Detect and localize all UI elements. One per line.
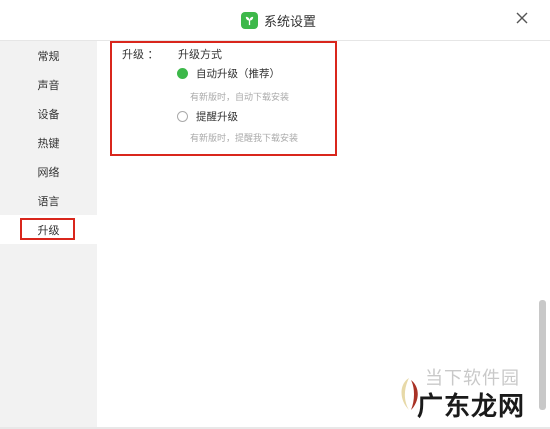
watermark-main-text: 广东龙网 [417, 392, 526, 422]
settings-window: 系统设置 常规 声音 设备 热键 网络 语言 升级 升级 ： 升级方式 自动升级… [0, 0, 550, 429]
sidebar-item-hotkeys[interactable]: 热键 [0, 128, 97, 157]
remind-upgrade-label: 提醒升级 [196, 111, 238, 123]
sidebar-item-label: 网络 [37, 165, 60, 179]
sidebar: 常规 声音 设备 热键 网络 语言 升级 [0, 41, 97, 429]
remind-upgrade-option[interactable]: 提醒升级 [177, 109, 238, 124]
auto-upgrade-label: 自动升级（推荐） [196, 68, 280, 80]
sidebar-item-label: 热键 [37, 136, 60, 150]
sidebar-item-label: 设备 [37, 107, 60, 121]
sidebar-item-label: 常规 [37, 49, 60, 63]
sidebar-item-sound[interactable]: 声音 [0, 70, 97, 99]
sidebar-item-label: 语言 [37, 194, 60, 208]
sidebar-item-upgrade[interactable]: 升级 [0, 215, 97, 244]
sidebar-item-device[interactable]: 设备 [0, 99, 97, 128]
remind-upgrade-hint: 有新版时，提醒我下载安装 [190, 134, 299, 144]
sidebar-item-general[interactable]: 常规 [0, 41, 97, 70]
window-title: 系统设置 [264, 14, 317, 30]
upgrade-method-label: 升级方式 [178, 48, 222, 61]
sidebar-item-network[interactable]: 网络 [0, 157, 97, 186]
upgrade-section-label: 升级 ： [122, 48, 159, 61]
auto-upgrade-option[interactable]: 自动升级（推荐） [177, 66, 280, 81]
auto-upgrade-hint: 有新版时，自动下载安装 [190, 93, 290, 103]
watermark: 当下软件园 广东龙网 [395, 364, 545, 426]
sprout-icon [241, 11, 258, 29]
title-group: 系统设置 [241, 10, 316, 30]
radio-unchecked-icon[interactable] [177, 111, 188, 122]
sidebar-item-label: 声音 [37, 78, 60, 92]
sidebar-item-label: 升级 [37, 223, 60, 237]
close-button[interactable] [512, 8, 532, 28]
title-bar: 系统设置 [0, 0, 550, 41]
sidebar-item-language[interactable]: 语言 [0, 186, 97, 215]
close-icon [516, 12, 528, 24]
radio-checked-icon[interactable] [177, 68, 188, 79]
